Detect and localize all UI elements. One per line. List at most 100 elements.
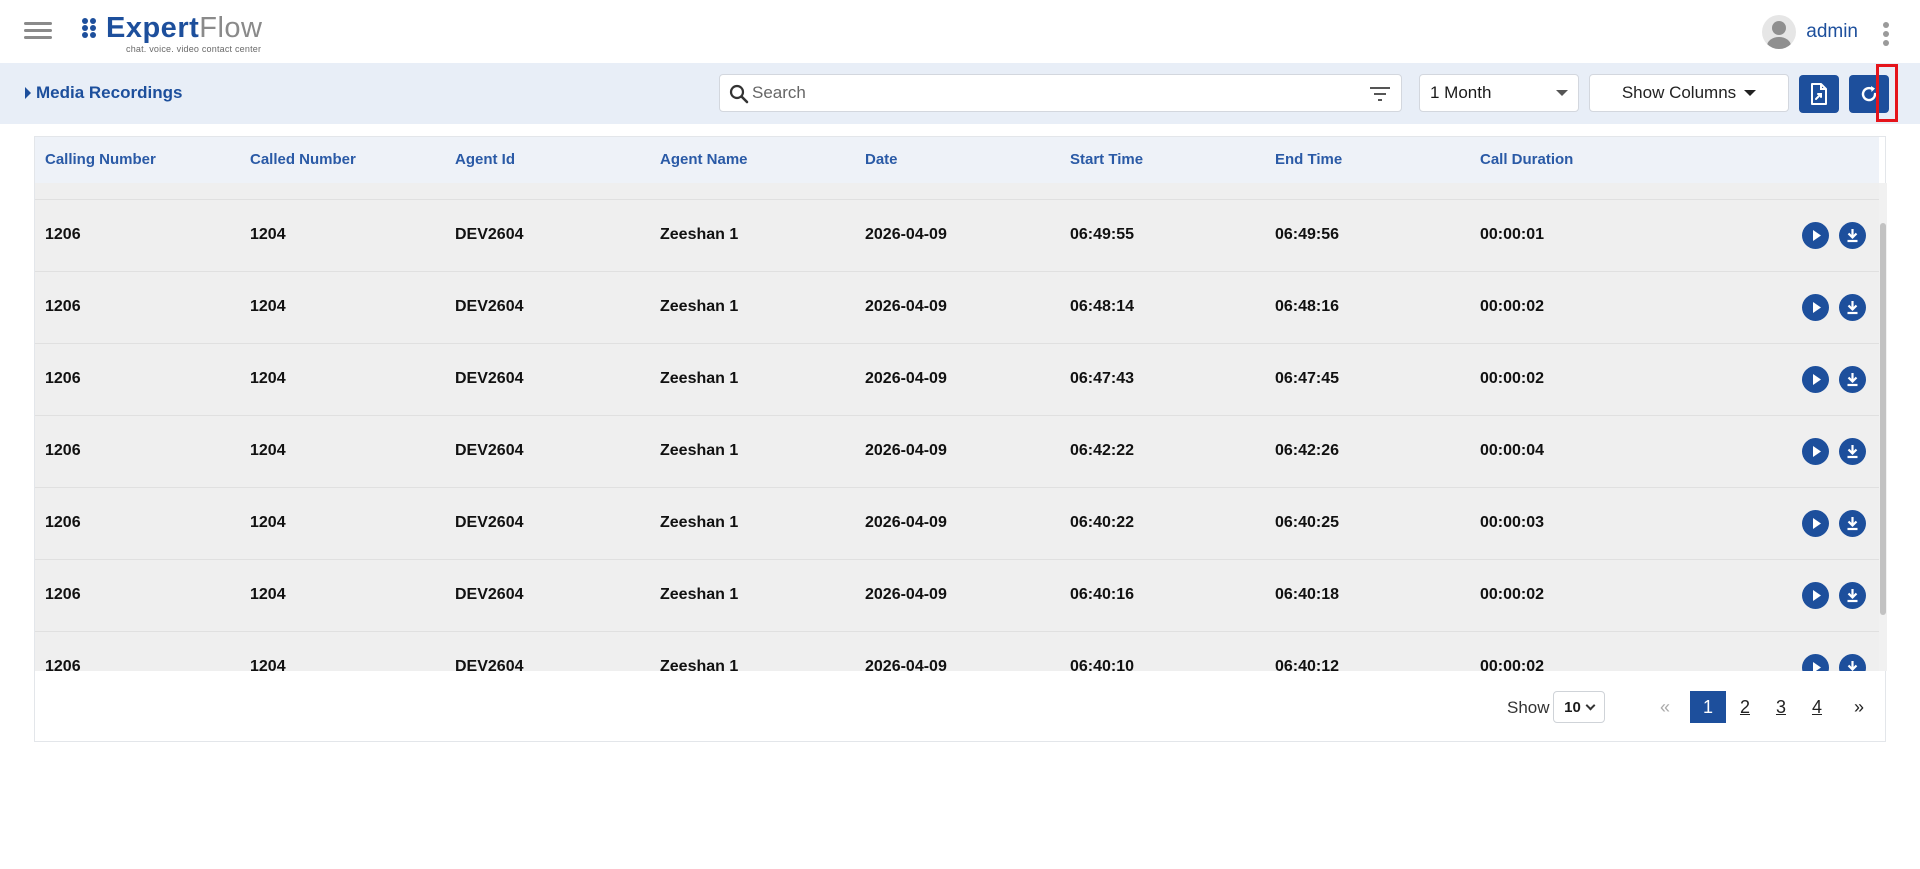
cell-call-duration: 00:00:02	[1480, 370, 1545, 387]
cell-date: 2026-04-09	[865, 586, 947, 603]
page-size-value: 10	[1564, 698, 1581, 716]
download-icon[interactable]	[1839, 222, 1866, 249]
table-row[interactable]: 1206 1204 DEV2604 Zeeshan 1 2026-04-09 0…	[35, 415, 1879, 487]
cell-end-time: 06:48:16	[1275, 298, 1340, 315]
caret-right-icon	[25, 87, 31, 99]
cell-agent-name: Zeeshan 1	[660, 442, 739, 459]
cell-calling-number: 1206	[45, 586, 81, 603]
top-header: ExpertFlow chat. voice. video contact ce…	[0, 0, 1920, 63]
download-icon[interactable]	[1839, 510, 1866, 537]
play-icon[interactable]	[1802, 222, 1829, 249]
page-3-button[interactable]: 3	[1766, 691, 1796, 723]
download-icon[interactable]	[1839, 438, 1866, 465]
file-export-icon	[1811, 83, 1827, 105]
cell-start-time: 06:48:14	[1070, 298, 1135, 315]
user-menu[interactable]: admin	[1762, 14, 1858, 50]
cell-call-duration: 00:00:01	[1480, 226, 1545, 243]
column-header[interactable]: Agent Id	[455, 151, 515, 168]
cell-agent-name: Zeeshan 1	[660, 370, 739, 387]
table-row[interactable]: 1206 1204 DEV2604 Zeeshan 1 2026-04-09 0…	[35, 343, 1879, 415]
cell-date: 2026-04-09	[865, 514, 947, 531]
cell-start-time: 06:40:22	[1070, 514, 1135, 531]
cell-agent-name: Zeeshan 1	[660, 298, 739, 315]
play-icon[interactable]	[1802, 582, 1829, 609]
cell-call-duration: 00:00:04	[1480, 442, 1545, 459]
pagination: Show 10 « 1 2 3 4 »	[35, 689, 1887, 725]
cell-date: 2026-04-09	[865, 658, 947, 671]
page-2-button[interactable]: 2	[1730, 691, 1760, 723]
cell-end-time: 06:40:18	[1275, 586, 1340, 603]
chevron-down-icon	[1744, 90, 1757, 96]
play-icon[interactable]	[1802, 366, 1829, 393]
chevron-down-icon	[1556, 90, 1568, 96]
column-header[interactable]: Calling Number	[45, 151, 156, 168]
download-icon[interactable]	[1839, 654, 1866, 671]
cell-call-duration: 00:00:03	[1480, 514, 1545, 531]
cell-agent-name: Zeeshan 1	[660, 586, 739, 603]
refresh-button[interactable]	[1849, 75, 1889, 113]
cell-called-number: 1204	[250, 442, 286, 459]
scrollbar-thumb[interactable]	[1880, 223, 1886, 615]
avatar[interactable]	[1762, 15, 1797, 49]
logo[interactable]: ExpertFlow chat. voice. video contact ce…	[82, 12, 272, 56]
username[interactable]: admin	[1806, 21, 1858, 43]
cell-called-number: 1204	[250, 658, 286, 671]
cell-date: 2026-04-09	[865, 442, 947, 459]
cell-agent-id: DEV2604	[455, 226, 524, 243]
kebab-menu-icon[interactable]	[1882, 22, 1890, 46]
chevron-down-icon	[1585, 700, 1596, 710]
download-icon[interactable]	[1839, 366, 1866, 393]
play-icon[interactable]	[1802, 294, 1829, 321]
play-icon[interactable]	[1802, 654, 1829, 671]
download-icon[interactable]	[1839, 294, 1866, 321]
cell-end-time: 06:42:26	[1275, 442, 1340, 459]
cell-called-number: 1204	[250, 370, 286, 387]
logo-tagline: chat. voice. video contact center	[126, 44, 262, 54]
column-header[interactable]: Agent Name	[660, 151, 748, 168]
column-header[interactable]: Start Time	[1070, 151, 1143, 168]
table-row[interactable]: 1206 1204 DEV2604 Zeeshan 1 2026-04-09 0…	[35, 271, 1879, 343]
page-size-select[interactable]: 10	[1553, 691, 1605, 723]
logo-text-main: Expert	[106, 12, 200, 44]
download-icon[interactable]	[1839, 582, 1866, 609]
column-header[interactable]: Called Number	[250, 151, 356, 168]
table-row[interactable]: 1206 1204 DEV2604 Zeeshan 1 2026-04-09 0…	[35, 199, 1879, 271]
cell-agent-name: Zeeshan 1	[660, 658, 739, 671]
cell-end-time: 06:40:25	[1275, 514, 1340, 531]
play-icon[interactable]	[1802, 438, 1829, 465]
play-icon[interactable]	[1802, 510, 1829, 537]
search-box	[719, 74, 1402, 112]
logo-text-accent: Flow	[199, 12, 263, 44]
cell-calling-number: 1206	[45, 370, 81, 387]
page-title[interactable]: Media Recordings	[25, 83, 182, 103]
prev-page-button[interactable]: «	[1655, 691, 1675, 723]
page-4-button[interactable]: 4	[1802, 691, 1832, 723]
page-1-button[interactable]: 1	[1690, 691, 1726, 723]
column-header[interactable]: End Time	[1275, 151, 1342, 168]
cell-agent-id: DEV2604	[455, 370, 524, 387]
cell-calling-number: 1206	[45, 442, 81, 459]
cell-calling-number: 1206	[45, 658, 81, 671]
cell-start-time: 06:49:55	[1070, 226, 1135, 243]
cell-called-number: 1204	[250, 298, 286, 315]
hamburger-icon[interactable]	[24, 20, 54, 42]
cell-start-time: 06:47:43	[1070, 370, 1135, 387]
export-button[interactable]	[1799, 75, 1839, 113]
cell-call-duration: 00:00:02	[1480, 298, 1545, 315]
cell-start-time: 06:40:10	[1070, 658, 1135, 671]
column-header[interactable]: Call Duration	[1480, 151, 1573, 168]
table-row[interactable]: 1206 1204 DEV2604 Zeeshan 1 2026-04-09 0…	[35, 631, 1879, 671]
column-header[interactable]: Date	[865, 151, 898, 168]
date-range-select[interactable]: 1 Month	[1419, 74, 1579, 112]
search-input[interactable]	[752, 75, 1352, 111]
filter-icon[interactable]	[1369, 85, 1391, 103]
refresh-icon	[1861, 86, 1877, 102]
table-row[interactable]: 1206 1204 DEV2604 Zeeshan 1 2026-04-09 0…	[35, 559, 1879, 631]
page-title-label: Media Recordings	[36, 83, 183, 102]
show-columns-label: Show Columns	[1621, 83, 1737, 102]
table-row[interactable]: 1206 1204 DEV2604 Zeeshan 1 2026-04-09 0…	[35, 487, 1879, 559]
show-columns-button[interactable]: Show Columns	[1589, 74, 1789, 112]
cell-agent-name: Zeeshan 1	[660, 226, 739, 243]
next-page-button[interactable]: »	[1849, 691, 1869, 723]
cell-agent-id: DEV2604	[455, 514, 524, 531]
